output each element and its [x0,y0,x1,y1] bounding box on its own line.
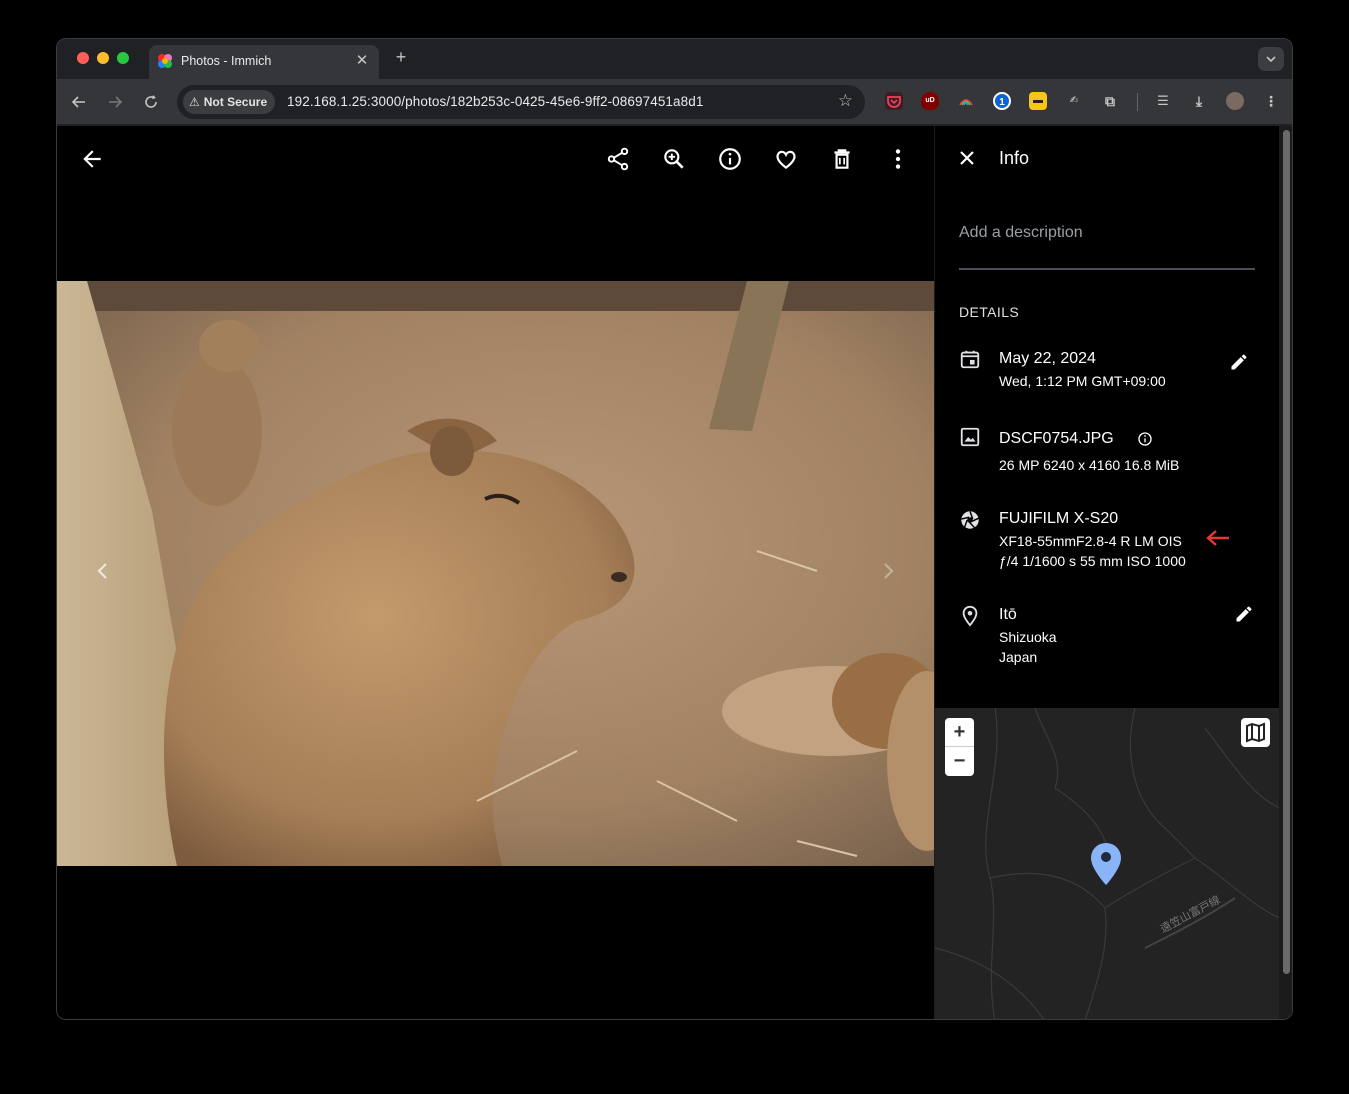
browser-toolbar: ⚠ Not Secure 192.168.1.25:3000/photos/182… [57,79,1292,125]
profile-avatar[interactable] [1226,92,1244,110]
photo-viewer [57,126,934,1019]
camera-aperture-icon [959,509,983,533]
browser-forward-button[interactable] [103,90,127,114]
maximize-window-button[interactable] [117,52,129,64]
warning-icon: ⚠ [189,95,200,109]
address-bar[interactable]: ⚠ Not Secure 192.168.1.25:3000/photos/182… [177,85,865,119]
url-text[interactable]: 192.168.1.25:3000/photos/182b253c-0425-4… [287,94,703,109]
close-icon[interactable] [955,146,979,170]
exposure-info: ƒ/4 1/1600 s 55 mm ISO 1000 [999,553,1186,569]
image-icon [959,426,983,450]
stylus-extension-icon[interactable]: ✍ [1065,92,1083,110]
minimize-window-button[interactable] [97,52,109,64]
description-underline [959,268,1255,270]
ublock-extension-icon[interactable]: uD [921,92,939,110]
close-window-button[interactable] [77,52,89,64]
details-heading: DETAILS [959,304,1020,320]
trash-icon[interactable] [829,146,855,172]
sticky-note-extension-icon[interactable]: ▬ [1029,92,1047,110]
tab-close-icon[interactable]: ✕ [353,51,371,69]
info-icon[interactable] [717,146,743,172]
map-zoom-control: + − [945,718,974,776]
browser-window: Photos - Immich ✕ + ⚠ Not Secure 192.168.… [56,38,1293,1020]
next-photo-chevron-icon[interactable] [876,559,900,583]
tab-strip: Photos - Immich ✕ + [57,39,1292,79]
security-label: Not Secure [203,95,268,109]
scrollbar-thumb[interactable] [1283,130,1290,974]
description-input[interactable]: Add a description [959,224,1083,242]
new-tab-button[interactable]: + [391,47,411,68]
previous-photo-chevron-icon[interactable] [91,559,115,583]
location-map[interactable]: + − 遠笠山富戸線 [935,708,1280,1019]
lens-model: XF18-55mmF2.8-4 R LM OIS [999,533,1182,549]
map-marker-pin-icon[interactable] [1090,842,1122,886]
arrow-right-icon [109,96,123,108]
panel-title: Info [999,148,1030,168]
reading-list-icon[interactable]: ☰ [1154,92,1172,110]
pocket-extension-icon[interactable] [885,92,903,110]
toolbar-separator [1137,93,1138,111]
download-icon[interactable]: ⤓ [1190,92,1208,110]
tab-photos-immich[interactable]: Photos - Immich ✕ [149,45,379,79]
camera-model: FUJIFILM X-S20 [999,510,1119,527]
extensions-puzzle-icon[interactable]: ⧉ [1101,92,1119,110]
share-icon[interactable] [605,146,631,172]
rainbow-extension-icon[interactable] [957,92,975,110]
map-icon [1246,722,1265,743]
arrow-left-icon [71,96,85,108]
map-zoom-in-button[interactable]: + [945,718,974,747]
browser-back-button[interactable] [67,90,91,114]
file-meta: 26 MP 6240 x 4160 16.8 MiB [999,457,1180,473]
calendar-icon [959,348,983,372]
capybara-photo [57,281,934,866]
bookmark-star-icon[interactable]: ☆ [838,91,853,111]
tab-search-button[interactable] [1258,47,1284,71]
info-panel: Info Add a description DETAILS May 22, 2… [934,126,1280,1019]
map-view-toggle-button[interactable] [1241,718,1270,747]
security-chip[interactable]: ⚠ Not Secure [183,90,276,114]
reload-icon [145,95,157,108]
panel-scrollbar[interactable] [1279,126,1292,1019]
location-pin-icon [959,605,983,629]
location-city: Itō [999,606,1017,623]
chevron-down-icon [1266,56,1276,63]
file-info-icon[interactable] [1137,431,1153,447]
more-vert-icon[interactable] [885,146,911,172]
location-state: Shizuoka [999,629,1057,645]
map-zoom-out-button[interactable]: − [945,747,974,776]
edit-location-pencil-icon[interactable] [1234,604,1254,624]
browser-reload-button[interactable] [139,90,163,114]
page-content: Info Add a description DETAILS May 22, 2… [57,126,1292,1019]
1password-extension-icon[interactable]: 1 [993,92,1011,110]
browser-menu-icon[interactable]: ⋮ [1262,92,1280,110]
heart-icon[interactable] [773,146,799,172]
date-main: May 22, 2024 [999,350,1096,367]
edit-date-pencil-icon[interactable] [1229,352,1249,372]
location-country: Japan [999,649,1038,665]
tab-title: Photos - Immich [181,54,272,68]
annotation-arrow-icon [1205,528,1231,548]
file-name: DSCF0754.JPG [999,430,1114,447]
back-arrow-icon[interactable] [79,146,105,172]
zoom-in-icon[interactable] [661,146,687,172]
immich-logo-icon [158,54,172,68]
date-sub: Wed, 1:12 PM GMT+09:00 [999,373,1166,389]
